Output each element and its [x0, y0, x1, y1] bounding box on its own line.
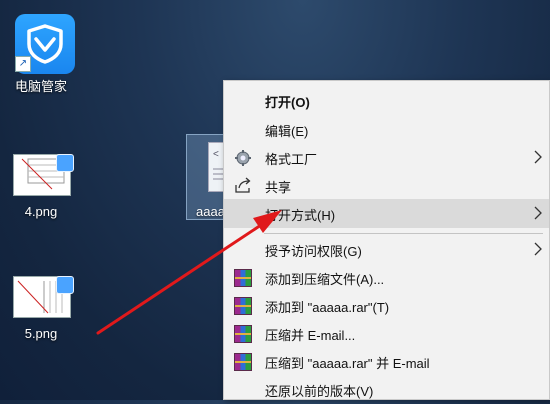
menu-item-label: 添加到压缩文件(A)...	[265, 272, 385, 287]
menu-item-label: 压缩并 E-mail...	[265, 328, 356, 343]
menu-item-label: 授予访问权限(G)	[265, 244, 362, 259]
badge-icon	[56, 276, 74, 294]
menu-item-label: 打开方式(H)	[265, 208, 336, 223]
menu-item-label: 还原以前的版本(V)	[265, 384, 374, 399]
format-factory-icon	[234, 149, 252, 166]
chevron-right-icon	[532, 204, 544, 222]
desktop-icon-pc-manager[interactable]: ↗ 电脑管家	[4, 0, 78, 100]
desktop-icon-4-png[interactable]: 4.png	[4, 148, 78, 222]
winrar-icon	[234, 269, 252, 287]
chevron-right-icon	[532, 240, 544, 258]
menu-item-label: 添加到 "aaaaa.rar"(T)	[265, 300, 390, 315]
menu-item-label: 编辑(E)	[265, 124, 309, 139]
desktop-icon-label: 4.png	[24, 204, 58, 219]
menu-item-open-with[interactable]: 打开方式(H)	[224, 199, 549, 228]
badge-icon	[56, 154, 74, 172]
menu-item-open[interactable]: 打开(O)	[224, 86, 549, 115]
menu-item-compress-rar-email[interactable]: 压缩到 "aaaaa.rar" 并 E-mail	[224, 347, 549, 376]
share-icon	[234, 177, 252, 194]
menu-item-label: 打开(O)	[265, 95, 310, 110]
winrar-icon	[234, 297, 252, 315]
menu-item-add-to-rar[interactable]: 添加到 "aaaaa.rar"(T)	[224, 291, 549, 320]
menu-item-format-factory[interactable]: 格式工厂	[224, 143, 549, 172]
selected-file-label: aaaa	[196, 204, 225, 219]
desktop-icon-label: 5.png	[24, 326, 58, 341]
context-menu: 打开(O) 编辑(E) 格式工厂 共享 打开方式(H) 授予访问权限(G) 添加…	[223, 80, 550, 400]
winrar-icon	[234, 325, 252, 343]
desktop-icon-5-png[interactable]: 5.png	[4, 270, 78, 344]
menu-item-share[interactable]: 共享	[224, 171, 549, 200]
menu-item-add-to-archive[interactable]: 添加到压缩文件(A)...	[224, 263, 549, 292]
menu-item-label: 共享	[265, 180, 292, 195]
desktop: ↗ 电脑管家 4.png 5.png < aaaa 打开(O) 编辑(E) 格式…	[0, 0, 550, 400]
winrar-icon	[234, 353, 252, 371]
menu-item-grant-access[interactable]: 授予访问权限(G)	[224, 235, 549, 264]
menu-item-edit[interactable]: 编辑(E)	[224, 115, 549, 144]
menu-item-label: 格式工厂	[265, 152, 318, 167]
menu-item-label: 压缩到 "aaaaa.rar" 并 E-mail	[265, 356, 430, 371]
shortcut-arrow-icon: ↗	[15, 56, 31, 72]
desktop-icon-label: 电脑管家	[14, 79, 67, 94]
svg-text:<: <	[213, 149, 219, 160]
chevron-right-icon	[532, 148, 544, 166]
menu-item-compress-email[interactable]: 压缩并 E-mail...	[224, 319, 549, 348]
menu-separator	[264, 233, 543, 234]
